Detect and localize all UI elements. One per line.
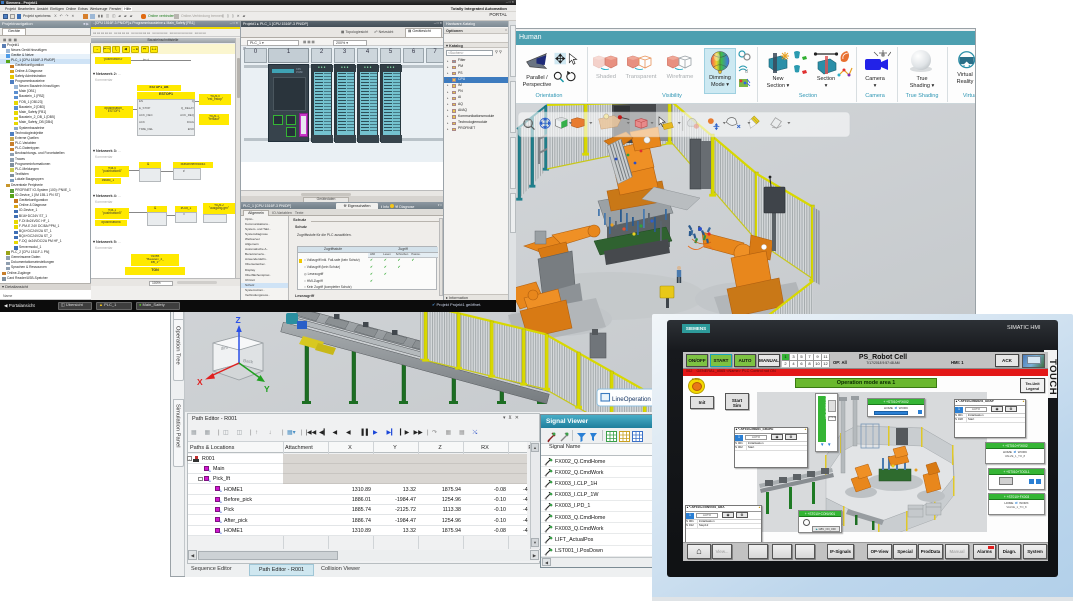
svg-text:X: X [197,377,203,387]
svg-text:LineOperation: LineOperation [612,396,651,403]
svg-text:Y: Y [264,384,270,394]
svg-text:Z: Z [236,315,241,325]
svg-text:d: d [745,69,748,75]
